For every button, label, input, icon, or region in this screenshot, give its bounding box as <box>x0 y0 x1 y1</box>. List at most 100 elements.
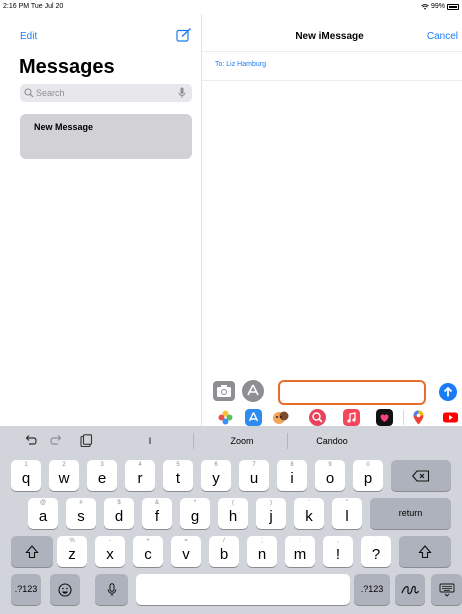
key-alt: / <box>223 538 225 544</box>
emoji-key[interactable] <box>50 574 80 605</box>
cancel-button[interactable]: Cancel <box>427 31 458 42</box>
return-key[interactable]: return <box>370 498 451 529</box>
key-label: .?123 <box>360 584 384 594</box>
key-a[interactable]: @ a <box>28 498 58 529</box>
key-b[interactable]: / b <box>209 536 239 567</box>
handwriting-icon <box>401 585 420 594</box>
key-label: o <box>325 470 335 487</box>
key-alt: ; <box>261 538 263 544</box>
key-alt: ( <box>232 500 234 506</box>
key-g[interactable]: * g <box>180 498 210 529</box>
hide-keyboard-key[interactable] <box>431 574 462 605</box>
edit-button[interactable]: Edit <box>20 31 37 42</box>
key-exclamation[interactable]: ,! <box>323 536 353 567</box>
youtube-app-icon[interactable] <box>442 409 459 426</box>
send-arrow-icon <box>443 386 453 397</box>
key-u[interactable]: 7u <box>239 460 269 491</box>
key-k[interactable]: ' k <box>294 498 324 529</box>
search-field[interactable]: Search <box>20 84 192 102</box>
key-x[interactable]: -x <box>95 536 125 567</box>
search-input[interactable]: Search <box>36 88 65 98</box>
key-p[interactable]: 0p <box>353 460 383 491</box>
status-right: 99% <box>421 3 459 10</box>
message-compose-pane: New iMessage Cancel To: Liz Hamburg <box>202 14 462 426</box>
key-y[interactable]: 6y <box>201 460 231 491</box>
key-o[interactable]: 9o <box>315 460 345 491</box>
mic-icon <box>107 582 116 596</box>
shortcut-bar: I Zoom Candoo <box>0 426 462 456</box>
delete-key[interactable] <box>391 460 451 491</box>
key-l[interactable]: " l <box>332 498 362 529</box>
digital-touch-app-icon[interactable] <box>376 409 393 426</box>
divider <box>287 433 288 449</box>
recipient-field[interactable]: To: Liz Hamburg <box>215 61 266 68</box>
music-app-icon[interactable] <box>343 409 360 426</box>
mic-icon[interactable] <box>178 87 186 99</box>
key-t[interactable]: 5t <box>163 460 193 491</box>
key-q[interactable]: 1q <box>11 460 41 491</box>
key-v[interactable]: = v <box>171 536 201 567</box>
key-alt: 0 <box>366 462 370 468</box>
key-label: r <box>137 470 143 487</box>
page-title: Messages <box>19 56 115 78</box>
key-f[interactable]: & f <box>142 498 172 529</box>
divider <box>202 80 462 81</box>
key-n[interactable]: ; n <box>247 536 277 567</box>
key-h[interactable]: (h <box>218 498 248 529</box>
key-alt: + <box>146 538 150 544</box>
key-i[interactable]: 8i <box>277 460 307 491</box>
app-store-app-icon[interactable] <box>245 409 262 426</box>
key-alt: 4 <box>138 462 142 468</box>
divider <box>202 51 462 52</box>
shift-key-right[interactable] <box>399 536 451 567</box>
key-label: q <box>21 470 31 487</box>
key-label: f <box>154 508 160 525</box>
key-alt: 1 <box>24 462 28 468</box>
app-store-button[interactable] <box>242 380 264 402</box>
dictation-key[interactable] <box>95 574 128 605</box>
key-j[interactable]: ) j <box>256 498 286 529</box>
undo-icon[interactable] <box>23 434 37 448</box>
key-label: i <box>290 470 294 487</box>
maps-app-icon[interactable] <box>410 409 427 426</box>
numbers-key-right[interactable]: .?123 <box>354 574 390 605</box>
key-c[interactable]: + c <box>133 536 163 567</box>
key-m[interactable]: :m <box>285 536 315 567</box>
key-label: t <box>175 470 181 487</box>
key-question[interactable]: .? <box>361 536 391 567</box>
key-r[interactable]: 4r <box>125 460 155 491</box>
clipboard-icon[interactable] <box>79 434 93 448</box>
message-input[interactable] <box>278 380 426 405</box>
suggestion-2[interactable]: Zoom <box>200 436 284 446</box>
memoji-app-icon[interactable] <box>272 409 289 426</box>
key-z[interactable]: % z <box>57 536 87 567</box>
suggestion-1[interactable]: I <box>120 436 180 446</box>
key-e[interactable]: 3e <box>87 460 117 491</box>
key-alt: : <box>299 538 301 544</box>
key-label: m <box>293 546 307 563</box>
photos-app-icon[interactable] <box>217 409 234 426</box>
key-w[interactable]: 2w <box>49 460 79 491</box>
conversation-title: New Message <box>34 122 94 132</box>
key-alt: 7 <box>252 462 256 468</box>
shift-key-left[interactable] <box>11 536 53 567</box>
numbers-key-left[interactable]: .?123 <box>11 574 41 605</box>
space-key[interactable] <box>136 574 350 605</box>
key-alt: 9 <box>328 462 332 468</box>
compose-icon[interactable] <box>176 28 192 42</box>
camera-button[interactable] <box>213 381 235 401</box>
key-alt: % <box>69 538 75 544</box>
key-d[interactable]: $ d <box>104 498 134 529</box>
send-button[interactable] <box>439 383 457 401</box>
redo-icon[interactable] <box>50 434 64 448</box>
conversation-row-new-message[interactable]: New Message <box>20 114 192 159</box>
scribble-key[interactable] <box>395 574 425 605</box>
wifi-icon <box>421 3 429 10</box>
key-label: k <box>305 508 313 525</box>
key-label: a <box>38 508 48 525</box>
key-s[interactable]: # s <box>66 498 96 529</box>
suggestion-3[interactable]: Candoo <box>292 436 372 446</box>
keyboard-icon <box>439 583 454 597</box>
key-label: e <box>97 470 107 487</box>
image-search-app-icon[interactable] <box>309 409 326 426</box>
